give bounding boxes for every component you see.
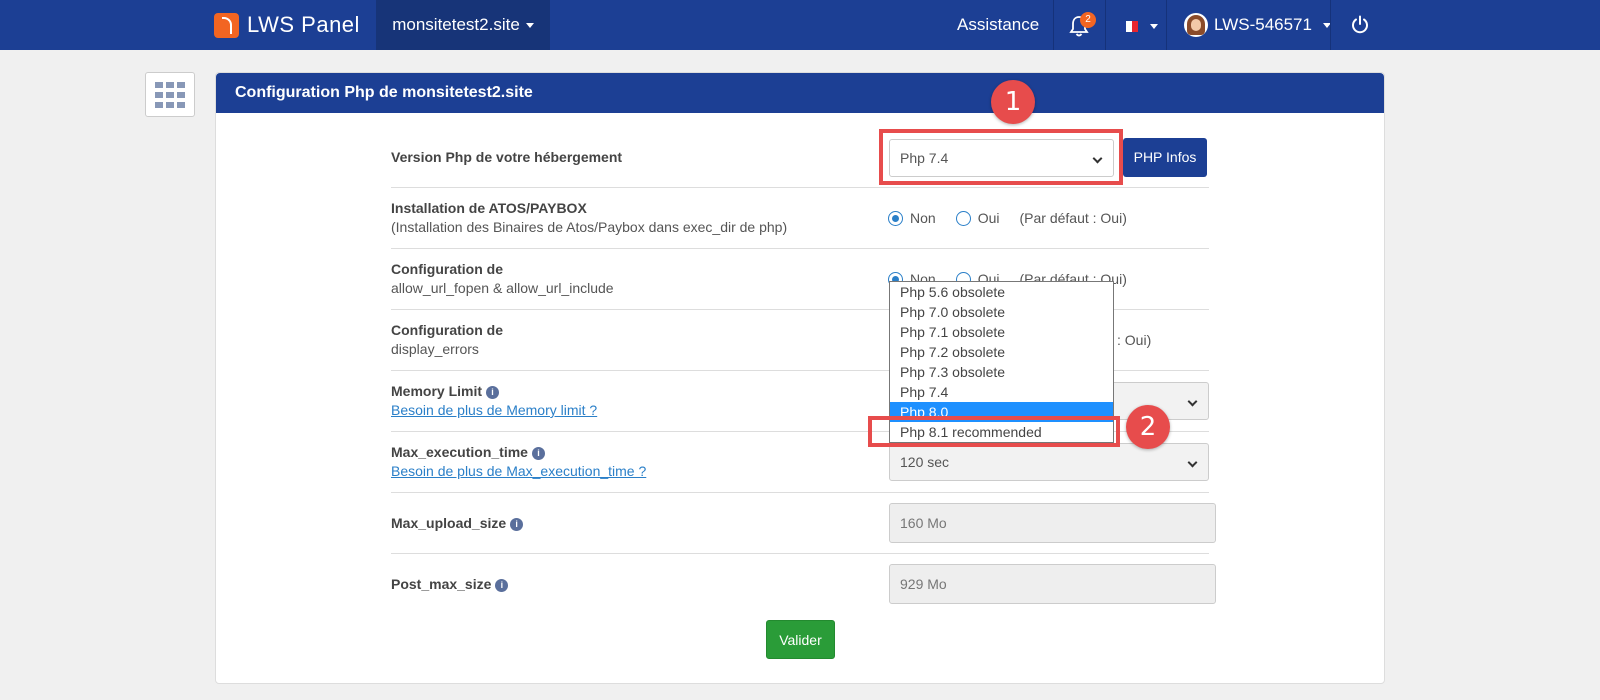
allow-url-label: Configuration de allow_url_fopen & allow… [391,261,614,296]
post-max-field[interactable]: 929 Mo [889,564,1216,604]
atos-default-note: (Par défaut : Oui) [1019,210,1127,226]
submit-button[interactable]: Valider [766,620,835,659]
max-upload-label: Max_upload_size i [391,515,524,531]
info-icon[interactable]: i [531,446,545,460]
nav-divider [1330,0,1331,50]
php-version-option[interactable]: Php 5.6 obsolete [890,282,1113,302]
atos-label: Installation de ATOS/PAYBOX (Installatio… [391,200,788,235]
php-version-option[interactable]: Php 7.2 obsolete [890,342,1113,362]
brand[interactable]: LWS Panel [214,12,360,38]
row-divider [391,553,1209,554]
lws-logo-icon [214,12,239,38]
annotation-marker-2: 2 [1126,405,1170,449]
panel-title: Configuration Php de monsitetest2.site [216,73,1384,113]
nav-divider [1053,0,1054,50]
top-navbar: LWS Panel monsitetest2.site Assistance 2… [0,0,1600,50]
max-execution-label: Max_execution_time i Besoin de plus de Ma… [391,444,647,479]
row-divider [391,492,1209,493]
notification-badge: 2 [1080,12,1096,28]
annotation-highlight-2 [868,416,1120,447]
user-avatar[interactable] [1184,13,1208,37]
chevron-down-icon [525,22,534,28]
nav-divider [1166,0,1167,50]
php-version-option[interactable]: Php 7.1 obsolete [890,322,1113,342]
row-divider [391,187,1209,188]
post-max-label: Post_max_size i [391,576,509,592]
info-icon[interactable]: i [486,385,500,399]
php-version-option[interactable]: Php 7.4 [890,382,1113,402]
memory-limit-help-link[interactable]: Besoin de plus de Memory limit ? [391,402,597,418]
power-icon[interactable] [1350,15,1370,35]
radio-unchecked-icon[interactable] [955,210,971,226]
chevron-down-icon [1187,457,1198,468]
php-version-label: Version Php de votre hébergement [391,149,623,165]
max-execution-help-link[interactable]: Besoin de plus de Max_execution_time ? [391,463,646,479]
nav-divider [1105,0,1106,50]
php-version-option[interactable]: Php 7.3 obsolete [890,362,1113,382]
grid-icon [155,82,163,88]
annotation-highlight-1 [879,129,1123,185]
allow-url-description: allow_url_fopen & allow_url_include [391,280,614,296]
french-flag-icon[interactable] [1120,21,1138,32]
memory-limit-label: Memory Limit i Besoin de plus de Memory l… [391,383,598,418]
annotation-marker-1: 1 [991,80,1035,124]
display-errors-default-note: : Oui) [1117,332,1152,348]
php-infos-button[interactable]: PHP Infos [1123,138,1207,177]
max-execution-select[interactable]: 120 sec [889,443,1209,481]
chevron-down-icon [1187,396,1198,407]
atos-option-oui[interactable]: Oui [955,210,999,226]
max-execution-value: 120 sec [900,454,950,470]
site-selector-label: monsitetest2.site [392,15,520,34]
display-errors-description: display_errors [391,341,479,357]
assistance-link[interactable]: Assistance [957,0,1039,50]
user-account-label: LWS-546571 [1214,15,1312,34]
info-icon[interactable]: i [510,517,524,531]
site-selector-dropdown[interactable]: monsitetest2.site [376,0,550,50]
chevron-down-icon [1150,24,1158,29]
max-upload-field[interactable]: 160 Mo [889,503,1216,543]
radio-checked-icon[interactable] [888,210,903,226]
user-account-dropdown[interactable]: LWS-546571 [1214,0,1331,50]
apps-grid-button[interactable] [145,72,195,117]
atos-radio-group: Non Oui (Par défaut : Oui) [888,210,1127,226]
atos-option-non[interactable]: Non [888,210,936,226]
brand-name: LWS Panel [247,12,360,37]
info-icon[interactable]: i [495,578,509,592]
row-divider [391,248,1209,249]
atos-description: (Installation des Binaires de Atos/Paybo… [391,219,788,235]
php-version-option[interactable]: Php 7.0 obsolete [890,302,1113,322]
display-errors-label: Configuration de display_errors [391,322,503,357]
